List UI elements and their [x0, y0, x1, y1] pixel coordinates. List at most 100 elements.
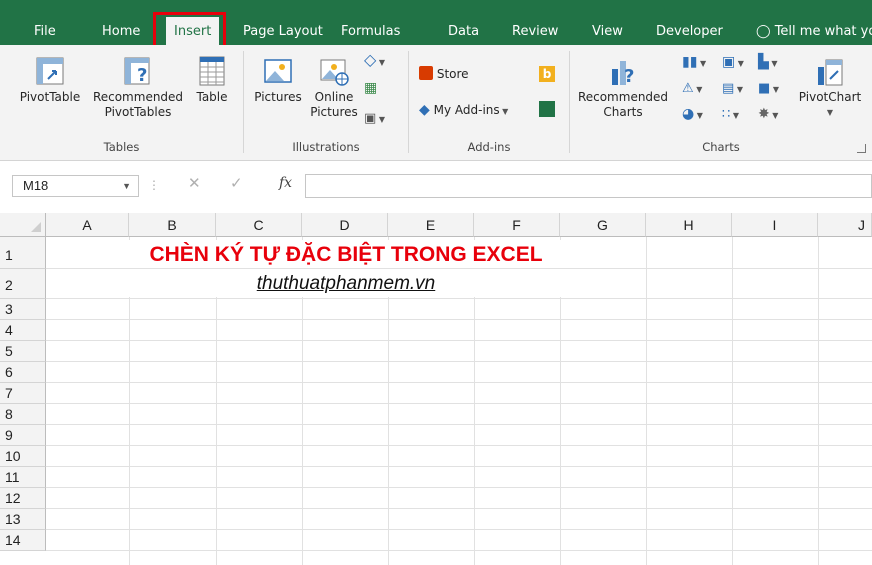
name-box[interactable]: M18 ▼: [12, 175, 139, 197]
table-icon: [199, 56, 225, 86]
row-header-2[interactable]: 2: [0, 269, 46, 299]
pivotchart-button[interactable]: PivotChart ▼: [794, 55, 866, 120]
lightbulb-icon: ◯: [756, 24, 771, 39]
column-chart-button[interactable]: ▮▮ ▼: [682, 53, 706, 73]
row-header-14[interactable]: 14: [0, 530, 46, 551]
svg-text:?: ?: [624, 66, 634, 87]
my-addins-icon: ◆: [419, 102, 430, 118]
cell-title[interactable]: CHÈN KÝ TỰ ĐẶC BIỆT TRONG EXCEL: [46, 240, 646, 268]
gridline: [46, 319, 872, 320]
tab-view[interactable]: View: [592, 19, 623, 45]
group-label-charts: Charts: [702, 140, 740, 154]
recommended-pivottables-button[interactable]: ? Recommended PivotTables: [85, 55, 191, 120]
worksheet-grid[interactable]: A B C D E F G H I J 1 2 3 4 5 6 7 8 9 10…: [0, 213, 872, 565]
hierarchy-chart-button[interactable]: ▣ ▼: [722, 53, 744, 73]
tell-me-label: Tell me what yo: [774, 24, 872, 39]
confirm-icon[interactable]: ✓: [230, 174, 243, 192]
line-chart-icon: ⚠: [682, 81, 694, 96]
scatter-chart-button[interactable]: ∷ ▼: [722, 105, 739, 125]
pivotchart-dropdown-icon: ▼: [826, 108, 834, 117]
column-header-a[interactable]: A: [46, 213, 129, 237]
tab-insert[interactable]: Insert: [166, 17, 220, 45]
column-header-f[interactable]: F: [474, 213, 560, 237]
radar-chart-button[interactable]: ✸ ▼: [758, 105, 778, 125]
row-header-6[interactable]: 6: [0, 362, 46, 383]
smartart-icon: ▦: [364, 80, 378, 96]
tab-review[interactable]: Review: [512, 19, 558, 45]
row-header-8[interactable]: 8: [0, 404, 46, 425]
tab-data[interactable]: Data: [448, 19, 479, 45]
statistic-chart-button[interactable]: ▤ ▼: [722, 79, 743, 99]
select-all-button[interactable]: [0, 213, 46, 237]
bing-maps-button[interactable]: b: [539, 65, 555, 83]
store-button[interactable]: Store: [419, 65, 469, 83]
pictures-button[interactable]: Pictures: [250, 55, 306, 105]
pivottable-icon: [36, 57, 64, 85]
gridline: [646, 237, 647, 565]
tell-me-box[interactable]: ◯ Tell me what yo: [756, 19, 872, 45]
svg-text:?: ?: [137, 65, 147, 86]
online-pictures-button[interactable]: Online Pictures: [308, 55, 360, 120]
table-button[interactable]: Table: [189, 55, 235, 105]
column-header-e[interactable]: E: [388, 213, 474, 237]
charts-dialog-launcher-icon[interactable]: [857, 144, 866, 153]
formula-bar: M18 ▼ ⋮ ✕ ✓ fx: [0, 161, 872, 209]
cancel-icon[interactable]: ✕: [188, 174, 201, 192]
screenshot-button[interactable]: ▣ ▼: [364, 109, 385, 129]
waterfall-chart-icon: ▙: [758, 54, 769, 70]
tab-home[interactable]: Home: [102, 19, 140, 45]
people-graph-button[interactable]: [539, 101, 555, 119]
gridline: [46, 487, 872, 488]
row-header-7[interactable]: 7: [0, 383, 46, 404]
column-header-b[interactable]: B: [129, 213, 216, 237]
tab-formulas[interactable]: Formulas: [341, 19, 400, 45]
column-header-h[interactable]: H: [646, 213, 732, 237]
table-label: Table: [196, 90, 228, 104]
row-header-11[interactable]: 11: [0, 467, 46, 488]
row-header-9[interactable]: 9: [0, 425, 46, 446]
column-header-j[interactable]: J: [818, 213, 872, 237]
gridline: [46, 550, 872, 551]
column-header-c[interactable]: C: [216, 213, 302, 237]
row-header-3[interactable]: 3: [0, 299, 46, 320]
tab-developer[interactable]: Developer: [656, 19, 723, 45]
shapes-button[interactable]: ◇ ▼: [364, 51, 385, 72]
ribbon-tab-bar: File Home Insert Page Layout Formulas Da…: [0, 0, 872, 45]
chevron-down-icon[interactable]: ▼: [122, 176, 131, 196]
row-header-12[interactable]: 12: [0, 488, 46, 509]
combo-chart-button[interactable]: ■ ▼: [758, 79, 779, 99]
line-chart-button[interactable]: ⚠ ▼: [682, 79, 702, 99]
insert-function-icon[interactable]: fx: [279, 175, 292, 191]
gridline: [46, 466, 872, 467]
column-chart-icon: ▮▮: [682, 54, 698, 70]
pie-chart-button[interactable]: ◕ ▼: [682, 105, 703, 125]
tab-file[interactable]: File: [34, 19, 56, 45]
recommended-pivottables-label-1: Recommended: [92, 90, 184, 104]
tab-page-layout[interactable]: Page Layout: [243, 19, 323, 45]
pivotchart-label: PivotChart: [798, 90, 862, 104]
pie-chart-icon: ◕: [682, 106, 695, 122]
pivottable-button[interactable]: PivotTable: [14, 55, 86, 105]
recommended-pivottables-icon: ?: [124, 57, 150, 86]
row-header-13[interactable]: 13: [0, 509, 46, 530]
recommended-charts-button[interactable]: ? Recommended Charts: [576, 55, 670, 120]
group-addins: Store b ◆ My Add-ins ▼ Add-ins: [409, 45, 569, 158]
hierarchy-chart-icon: ▣: [722, 54, 736, 70]
group-tables: PivotTable ? Recommended PivotTables Tab…: [0, 45, 243, 158]
my-addins-button[interactable]: ◆ My Add-ins ▼: [419, 101, 508, 121]
row-header-1[interactable]: 1: [0, 237, 46, 269]
gridline: [46, 298, 872, 299]
row-header-10[interactable]: 10: [0, 446, 46, 467]
column-header-i[interactable]: I: [732, 213, 818, 237]
smartart-button[interactable]: ▦: [364, 79, 377, 97]
gridline: [46, 382, 872, 383]
row-header-4[interactable]: 4: [0, 320, 46, 341]
row-header-5[interactable]: 5: [0, 341, 46, 362]
pictures-label: Pictures: [254, 90, 302, 104]
waterfall-chart-button[interactable]: ▙ ▼: [758, 53, 777, 73]
formula-input[interactable]: [305, 174, 872, 198]
shapes-icon: ◇: [364, 50, 377, 69]
cell-link[interactable]: thuthuatphanmem.vn: [46, 269, 646, 297]
column-header-g[interactable]: G: [560, 213, 646, 237]
column-header-d[interactable]: D: [302, 213, 388, 237]
